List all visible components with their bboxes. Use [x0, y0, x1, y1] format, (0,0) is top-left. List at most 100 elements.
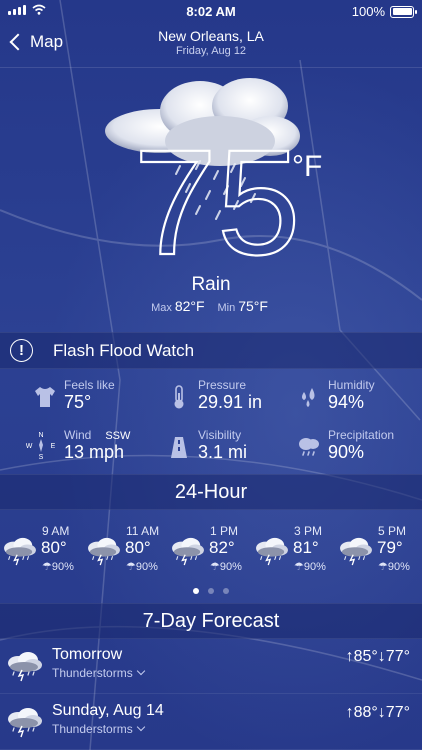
- pressure-value: 29.91 in: [198, 392, 263, 412]
- hour-precip-value: 90%: [135, 561, 158, 573]
- chevron-down-icon: [136, 666, 145, 676]
- alert-text: Flash Flood Watch: [53, 341, 195, 360]
- drop-icon: ☂: [210, 561, 220, 573]
- hour-precip: ☂90%: [378, 560, 410, 573]
- wind-direction: SSW: [105, 430, 131, 442]
- status-bar: 8:02 AM 100%: [0, 0, 422, 22]
- nav-divider: [0, 67, 422, 68]
- day-icon: [6, 706, 44, 738]
- day-summary[interactable]: Thunderstorms: [52, 666, 145, 680]
- battery-percent: 100%: [351, 4, 385, 19]
- min-label: Min: [217, 302, 236, 314]
- visibility-value: 3.1 mi: [198, 442, 248, 462]
- day-summary-text: Thunderstorms: [52, 722, 133, 736]
- hourly-item: 9 AM 80° ☂90%: [0, 524, 84, 580]
- day-name: Tomorrow: [52, 646, 123, 663]
- hour-precip-value: 90%: [219, 561, 242, 573]
- thunderstorm-icon: [256, 537, 288, 566]
- hour-icon: [170, 536, 206, 566]
- hour-time: 5 PM: [378, 524, 407, 538]
- hour-temp: 82°: [209, 538, 235, 557]
- city-name: New Orleans, LA: [158, 28, 264, 44]
- thunderstorm-icon: [340, 537, 372, 566]
- thermometer-icon: [174, 385, 184, 409]
- day-range: ↑85°↓77°: [346, 648, 410, 666]
- hour-temp: 79°: [377, 538, 403, 557]
- hour-icon: [86, 536, 122, 566]
- temperature-unit: °F: [292, 150, 323, 183]
- compass-icon: N S W E: [26, 432, 56, 460]
- hour-precip: ☂90%: [294, 560, 326, 573]
- hour-precip: ☂90%: [210, 560, 242, 573]
- drop-icon: ☂: [42, 561, 52, 573]
- svg-text:E: E: [51, 443, 56, 450]
- drop-icon: ☂: [294, 561, 304, 573]
- day-low: ↓77°: [377, 704, 410, 721]
- hour-time: 3 PM: [294, 524, 323, 538]
- daily-forecast-row[interactable]: Sunday, Aug 14 Thunderstorms ↑88°↓77°: [0, 694, 422, 750]
- hourly-item: 1 PM 82° ☂90%: [168, 524, 252, 580]
- hour-icon: [254, 536, 290, 566]
- droplets-icon: [302, 388, 315, 407]
- thunderstorm-icon: [88, 537, 120, 566]
- precipitation-label: Precipitation: [328, 428, 395, 442]
- current-condition: Rain: [191, 274, 231, 295]
- max-min-temperature: Max 82°F Min 75°F: [0, 298, 422, 314]
- hour-precip-value: 90%: [51, 561, 74, 573]
- hour-icon: [2, 536, 38, 566]
- hour-time: 11 AM: [126, 524, 160, 538]
- hour-precip: ☂90%: [42, 560, 74, 573]
- svg-text:S: S: [39, 454, 44, 460]
- battery-status: 100%: [351, 4, 417, 19]
- svg-text:75: 75: [134, 132, 301, 272]
- hourly-item: 3 PM 81° ☂90%: [252, 524, 336, 580]
- wind-value: 13 mph: [64, 442, 125, 462]
- hour-time: 9 AM: [42, 524, 70, 538]
- min-value: 75°F: [238, 298, 268, 314]
- page-dot[interactable]: [223, 588, 229, 594]
- max-value: 82°F: [174, 298, 205, 314]
- svg-text:N: N: [38, 432, 43, 439]
- hour-precip-value: 90%: [387, 561, 410, 573]
- daily-forecast-row[interactable]: Tomorrow Thunderstorms ↑85°↓77°: [0, 638, 422, 694]
- day-summary-text: Thunderstorms: [52, 666, 133, 680]
- thunderstorm-icon: [4, 537, 36, 566]
- svg-text:W: W: [26, 443, 33, 450]
- battery-icon: [390, 5, 417, 18]
- feels-like-label: Feels like: [64, 378, 115, 392]
- day-low: ↓77°: [377, 648, 410, 665]
- hour-precip: ☂90%: [126, 560, 158, 573]
- thunderstorm-icon: [8, 652, 42, 682]
- weather-alert-banner[interactable]: ! Flash Flood Watch: [0, 332, 422, 369]
- nav-bar: Map New Orleans, LA Friday, Aug 12: [0, 24, 422, 64]
- road-icon: [171, 437, 187, 458]
- current-date: Friday, Aug 12: [175, 45, 247, 57]
- rain-cloud-small-icon: [299, 438, 319, 456]
- current-temperature: 75: [132, 132, 301, 272]
- hour-temp: 81°: [293, 538, 319, 557]
- wind-label-row: Wind SSW: [64, 428, 130, 442]
- wind-label: Wind: [64, 428, 92, 442]
- drop-icon: ☂: [378, 561, 388, 573]
- hour-time: 1 PM: [210, 524, 239, 538]
- page-dot[interactable]: [193, 588, 199, 594]
- drop-icon: ☂: [126, 561, 136, 573]
- day-high: ↑85°: [345, 648, 378, 665]
- pressure-label: Pressure: [198, 378, 247, 392]
- day-range: ↑88°↓77°: [346, 704, 410, 722]
- precipitation-value: 90%: [328, 442, 365, 462]
- day-summary[interactable]: Thunderstorms: [52, 722, 145, 736]
- hour-temp: 80°: [125, 538, 151, 557]
- hour-precip-value: 90%: [303, 561, 326, 573]
- hourly-item: 11 AM 80° ☂90%: [84, 524, 168, 580]
- page-dot[interactable]: [208, 588, 214, 594]
- day-icon: [6, 650, 44, 682]
- visibility-label: Visibility: [198, 428, 242, 442]
- max-label: Max: [151, 302, 172, 314]
- shirt-icon: [35, 387, 55, 407]
- hourly-item: 5 PM 79° ☂90%: [336, 524, 420, 580]
- thunderstorm-icon: [172, 537, 204, 566]
- feels-like-value: 75°: [64, 392, 92, 412]
- chevron-down-icon: [136, 722, 145, 732]
- page-indicator[interactable]: [0, 588, 422, 594]
